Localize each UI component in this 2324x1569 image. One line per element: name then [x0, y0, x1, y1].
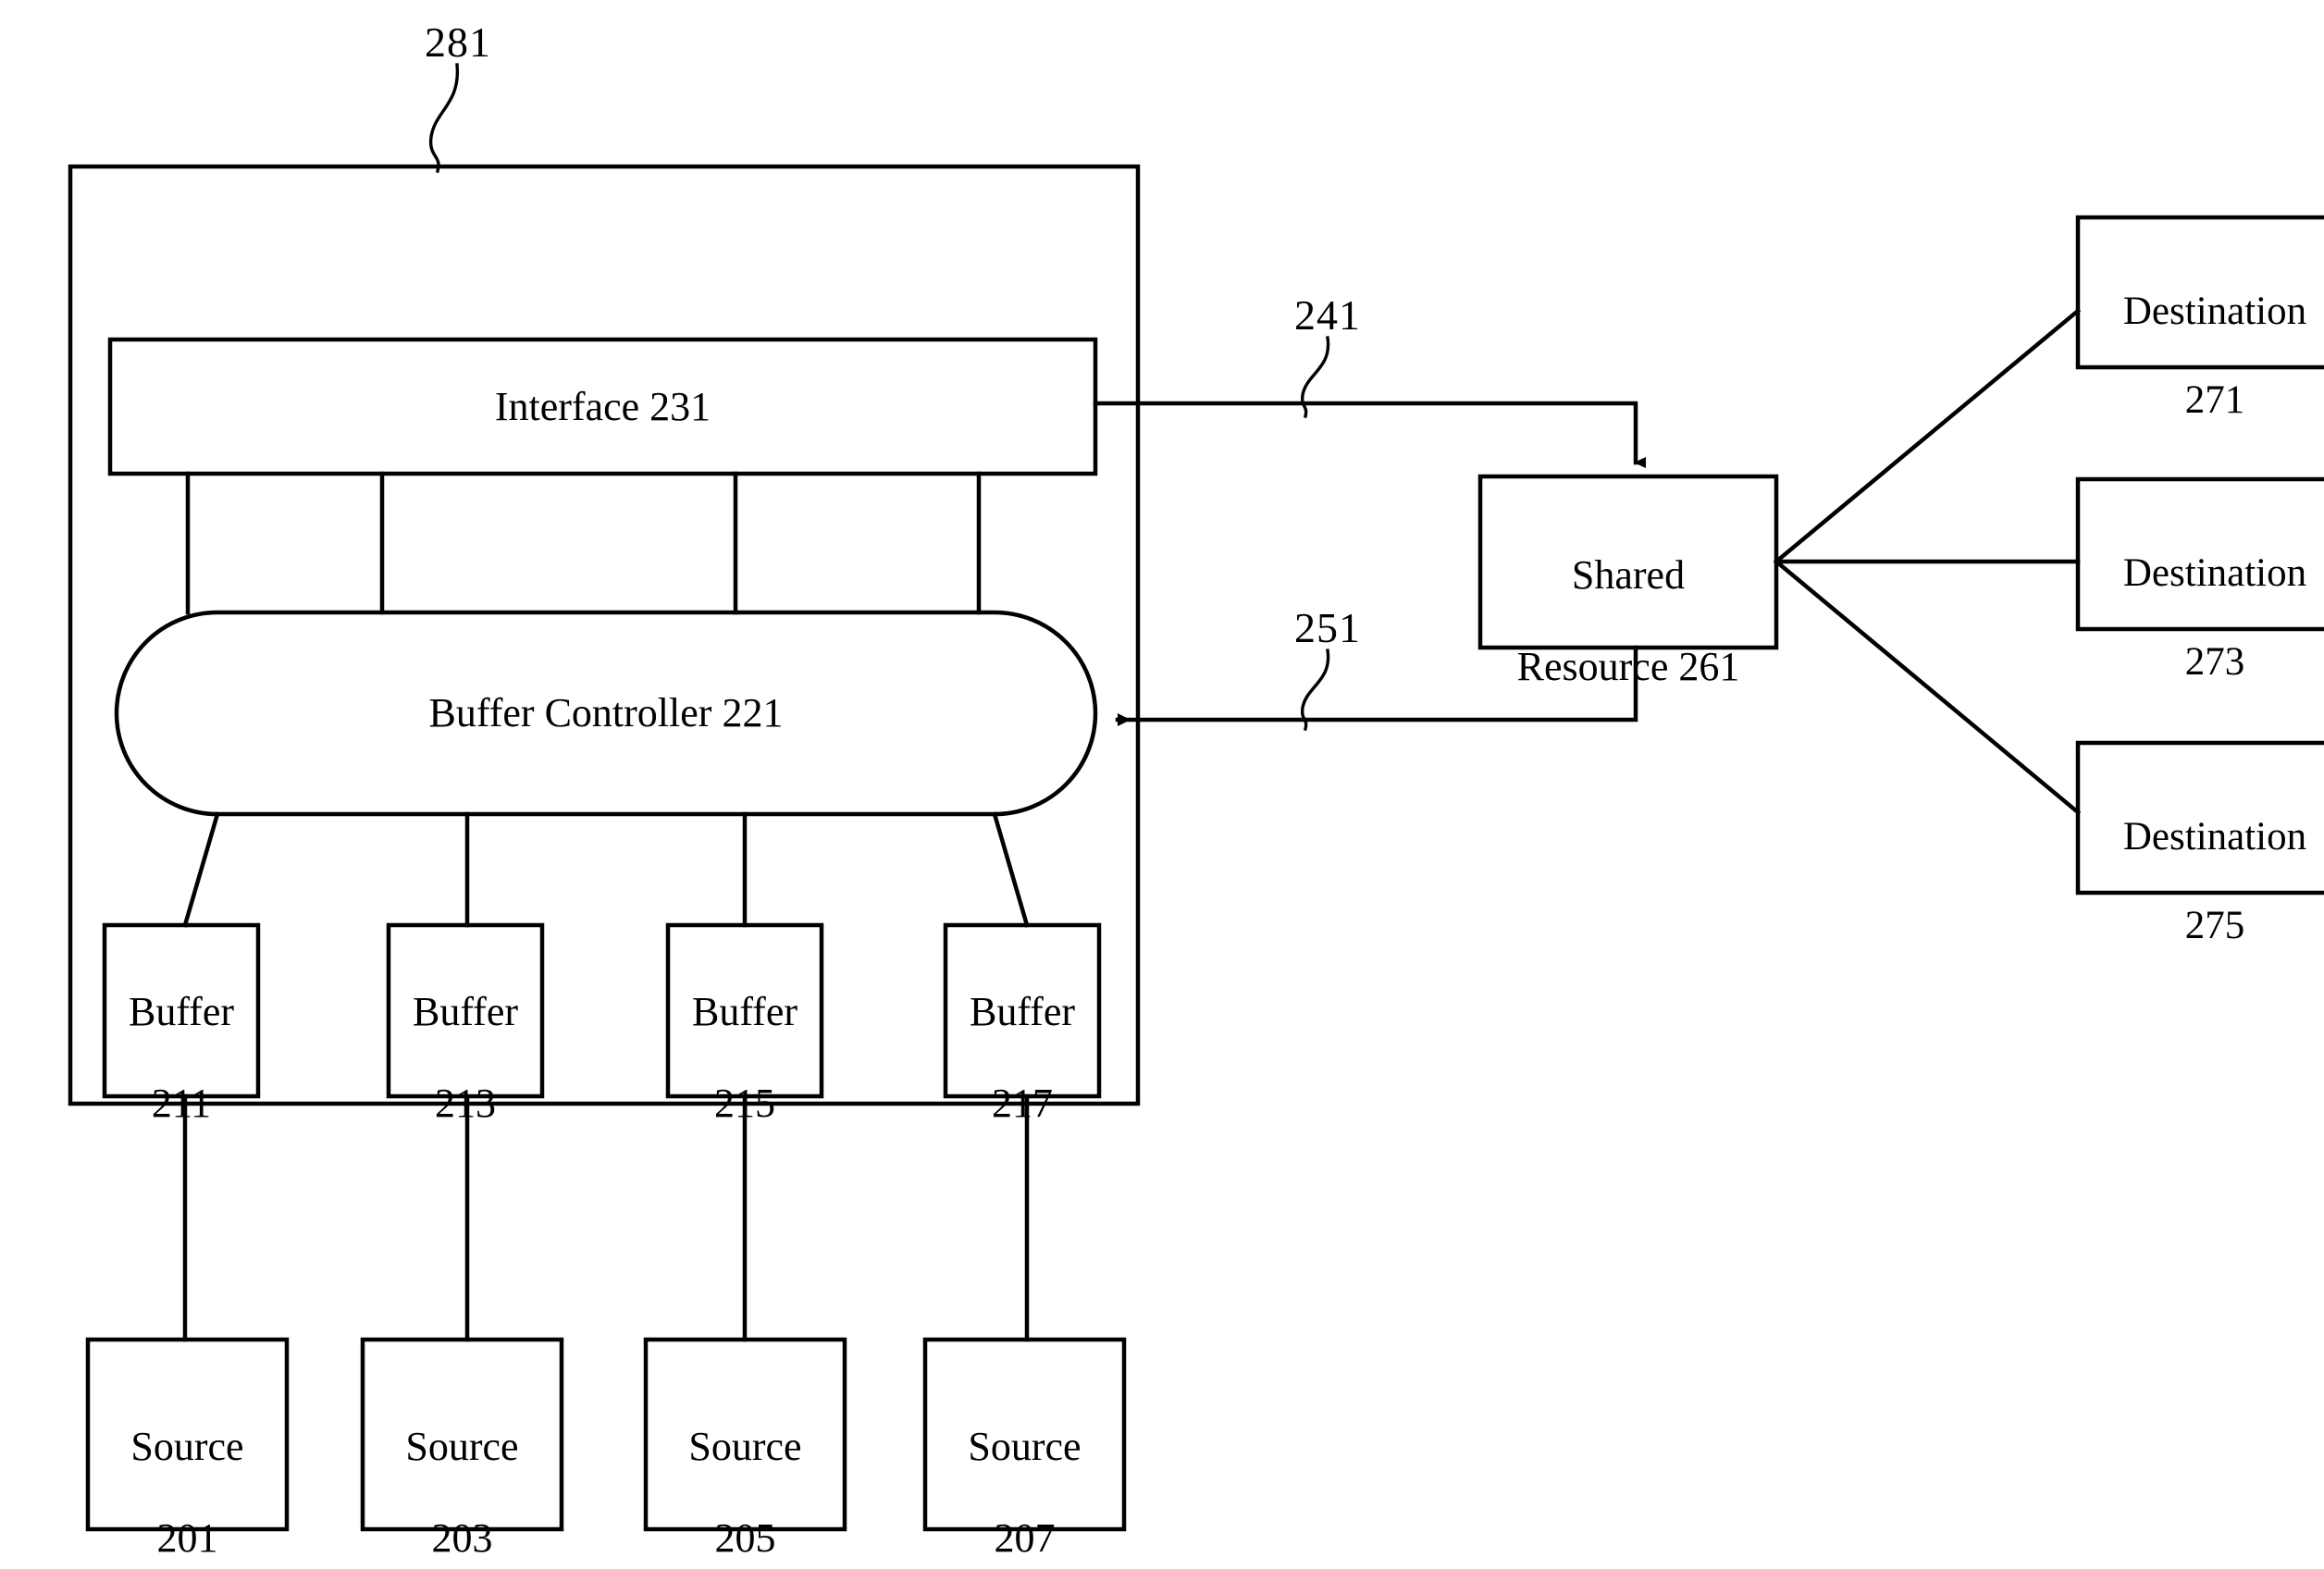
leader-281	[428, 63, 459, 174]
path-241	[1093, 401, 1646, 468]
source-label-205: Source 205	[646, 1378, 845, 1569]
patent-figure: 281 241 251 Interface 231 Buffer Control…	[0, 0, 2324, 1569]
destination-label-271-line1: Destination	[2122, 290, 2307, 334]
source-label-201: Source 201	[88, 1378, 287, 1569]
destination-label-271-line2: 271	[2184, 378, 2245, 423]
destination-label-273: Destination 273	[2078, 507, 2324, 730]
buffer-controller-block-label: Buffer Controller 221	[428, 690, 784, 736]
leader-251	[1300, 649, 1330, 732]
interface-block-label: Interface 231	[494, 383, 711, 429]
destination-label-273-line1: Destination	[2122, 551, 2307, 596]
buffer-label-217: Buffer 217	[946, 944, 1099, 1171]
source-label-205-line2: 205	[714, 1514, 776, 1561]
destination-label-275: Destination 275	[2078, 771, 2324, 994]
source-label-201-line2: 201	[156, 1514, 218, 1561]
source-label-203-line1: Source	[405, 1424, 519, 1470]
destination-label-271: Destination 271	[2078, 245, 2324, 468]
connector-bc-buffer-4	[992, 811, 1030, 928]
buffer-label-215-line2: 215	[714, 1080, 775, 1126]
buffer-label-217-line2: 217	[992, 1080, 1053, 1126]
buffer-label-213: Buffer 213	[389, 944, 542, 1171]
buffer-label-213-line1: Buffer	[412, 989, 519, 1035]
source-label-207: Source 207	[925, 1378, 1124, 1569]
source-label-201-line1: Source	[130, 1424, 244, 1470]
destination-label-275-line2: 275	[2184, 904, 2245, 948]
source-label-203-line2: 203	[431, 1514, 493, 1561]
buffer-label-215: Buffer 215	[668, 944, 822, 1171]
buffer-label-211-line1: Buffer	[128, 989, 235, 1035]
buffer-label-215-line1: Buffer	[691, 989, 798, 1035]
buffer-label-213-line2: 213	[435, 1080, 496, 1126]
source-label-205-line1: Source	[688, 1424, 802, 1470]
destination-label-275-line1: Destination	[2122, 815, 2307, 859]
reference-numeral-241: 241	[1294, 291, 1361, 339]
buffer-label-211-line2: 211	[151, 1080, 212, 1126]
buffer-label-217-line1: Buffer	[969, 989, 1076, 1035]
reference-numeral-281: 281	[425, 19, 491, 66]
shared-resource-label-line2: Resource 261	[1516, 643, 1740, 689]
buffer-label-211: Buffer 211	[105, 944, 258, 1171]
shared-resource-label-line1: Shared	[1571, 552, 1686, 599]
shared-resource-label: Shared Resource 261	[1480, 507, 1776, 735]
source-label-203: Source 203	[363, 1378, 562, 1569]
source-label-207-line1: Source	[968, 1424, 1082, 1470]
connector-bc-buffer-1	[182, 811, 220, 928]
reference-numeral-251: 251	[1294, 604, 1361, 651]
connector-sr-dest-275	[1773, 558, 2082, 816]
source-label-207-line2: 207	[994, 1514, 1056, 1561]
destination-label-273-line2: 273	[2184, 640, 2245, 685]
connector-sr-dest-271	[1773, 307, 2082, 565]
